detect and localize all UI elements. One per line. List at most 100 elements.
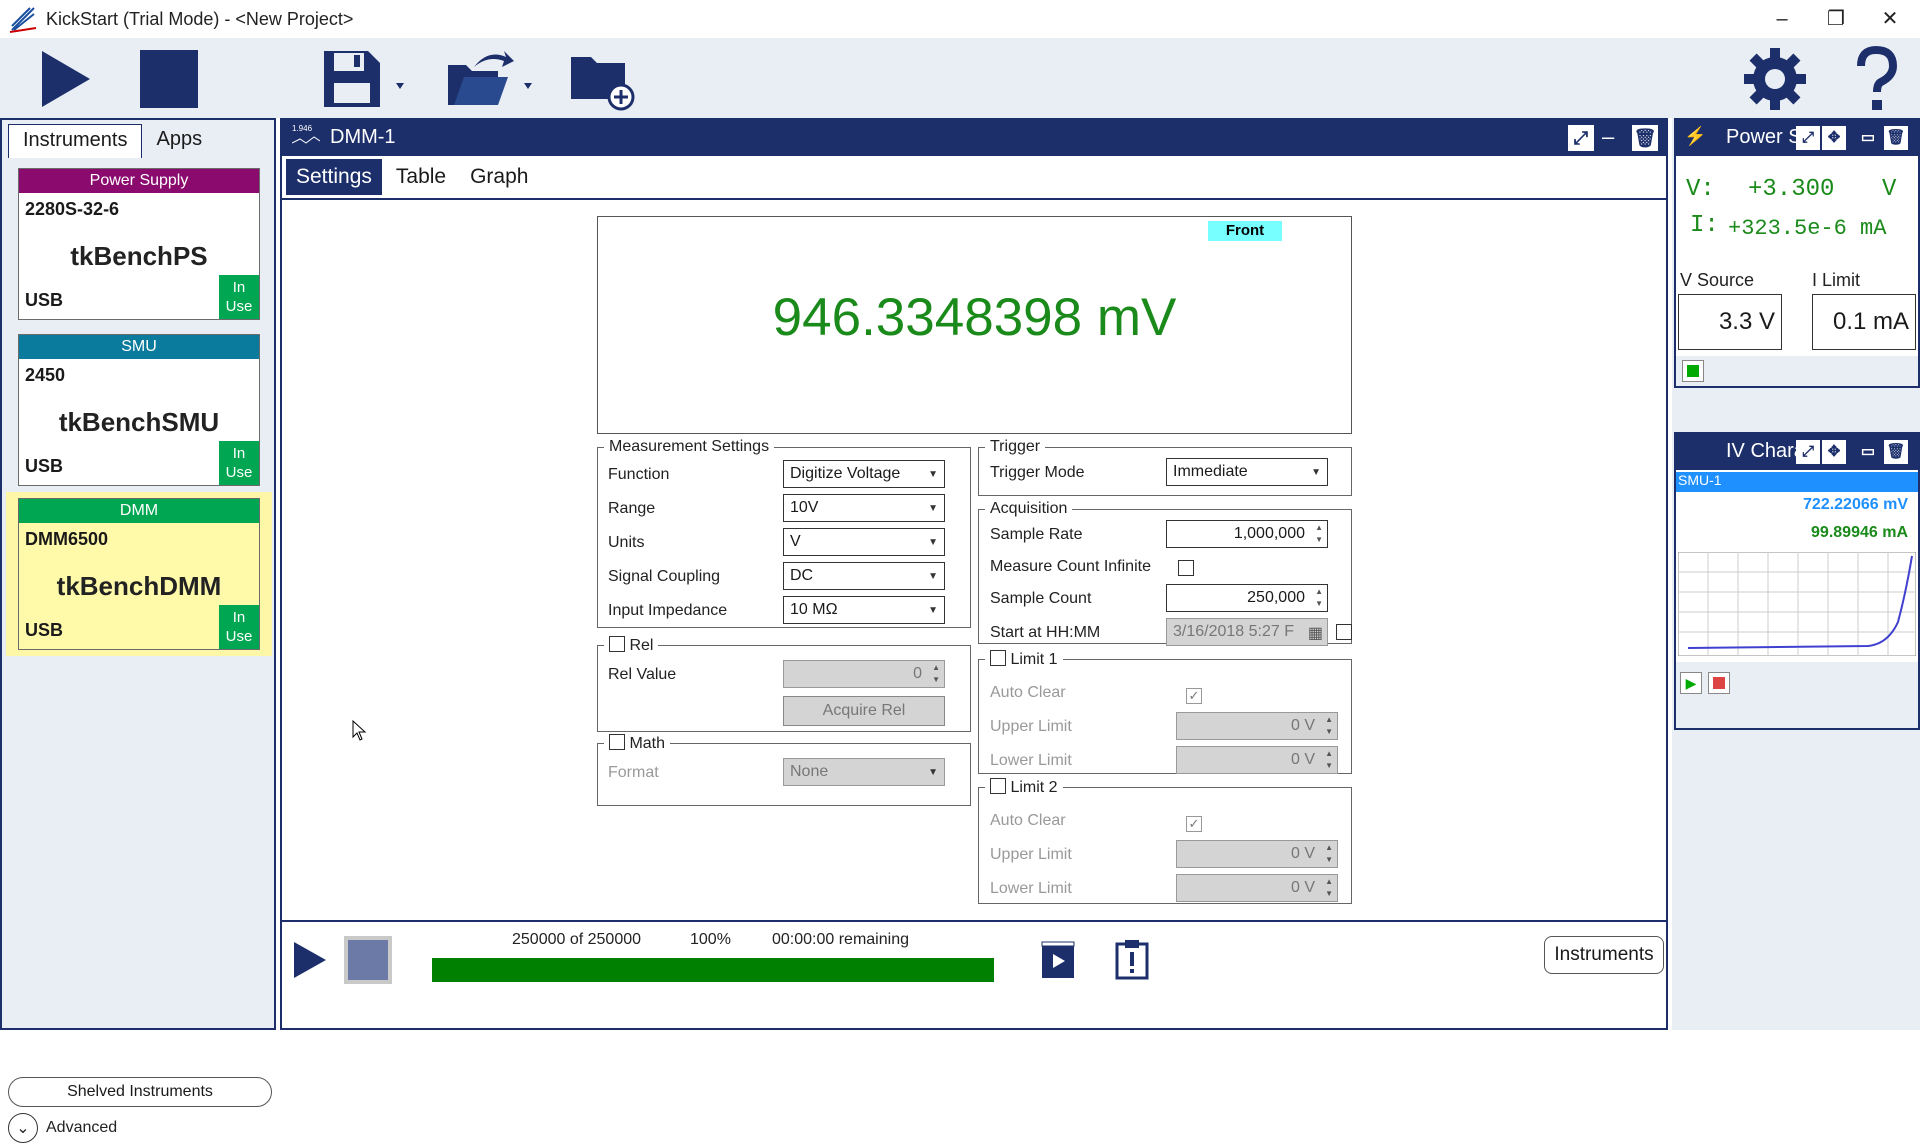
delete-panel-icon[interactable]: 🗑 <box>1884 126 1908 150</box>
iv-panel-title: IV Chara <box>1726 440 1805 462</box>
tab-table[interactable]: Table <box>386 159 456 195</box>
save-icon[interactable] <box>318 46 408 112</box>
limit1-auto-clear-label: Auto Clear <box>990 684 1066 701</box>
open-folder-icon[interactable] <box>444 46 534 112</box>
reading-display: Front 946.3348398 mV <box>597 216 1352 434</box>
instrument-card-power-supply[interactable]: Power Supply 2280S-32-6 tkBenchPS USB In… <box>18 168 260 320</box>
tab-graph[interactable]: Graph <box>460 159 538 195</box>
settings-gear-icon[interactable] <box>1740 46 1810 112</box>
mouse-pointer-icon <box>352 720 367 741</box>
trigger-mode-value: Immediate <box>1173 463 1248 480</box>
power-panel-header: ⚡ Power S ⤢ ✥ ▭ 🗑 <box>1676 120 1918 156</box>
minimize-button[interactable]: – <box>1762 6 1802 32</box>
range-dropdown[interactable]: 10V ▼ <box>783 494 945 522</box>
iv-characterizer-mini-panel: IV Chara ⤢ ✥ ▭ 🗑 SMU-1 722.22066 mV 99.8… <box>1674 432 1920 730</box>
measure-count-infinite-checkbox[interactable] <box>1178 560 1194 576</box>
limit1-upper-label: Upper Limit <box>990 718 1072 735</box>
delete-panel-icon[interactable]: 🗑 <box>1884 440 1908 464</box>
units-dropdown[interactable]: V ▼ <box>783 528 945 556</box>
move-icon[interactable]: ✥ <box>1822 440 1846 464</box>
acquire-rel-button[interactable]: Acquire Rel <box>783 696 945 726</box>
advanced-toggle[interactable]: ⌄ Advanced <box>8 1113 117 1143</box>
tab-instruments[interactable]: Instruments <box>8 124 143 158</box>
tab-apps[interactable]: Apps <box>142 124 216 158</box>
voltage-readout: +3.300 <box>1748 176 1835 203</box>
i-limit-input[interactable]: 0.1 mA <box>1812 294 1916 350</box>
iv-device-row[interactable]: SMU-1 <box>1676 472 1918 492</box>
title-bar: KickStart (Trial Mode) - <New Project> –… <box>0 0 1920 38</box>
run-icon[interactable] <box>290 938 330 987</box>
run-icon[interactable] <box>34 46 94 112</box>
instrument-card-smu[interactable]: SMU 2450 tkBenchSMU USB In Use <box>18 334 260 486</box>
iv-panel-header: IV Chara ⤢ ✥ ▭ 🗑 <box>1676 434 1918 470</box>
tab-settings[interactable]: Settings <box>286 159 382 195</box>
limit1-upper-input[interactable]: 0 V ▲ ▼ <box>1176 712 1338 740</box>
instruments-button[interactable]: Instruments <box>1544 936 1664 974</box>
limit1-auto-clear-checkbox[interactable]: ✓ <box>1186 688 1202 704</box>
limit2-lower-input[interactable]: 0 V ▲ ▼ <box>1176 874 1338 902</box>
limit1-lower-input[interactable]: 0 V ▲ ▼ <box>1176 746 1338 774</box>
v-source-input[interactable]: 3.3 V <box>1678 294 1782 350</box>
limit2-checkbox[interactable] <box>990 778 1006 794</box>
math-legend: Math <box>629 735 666 752</box>
impedance-value: 10 MΩ <box>790 601 838 618</box>
stop-icon[interactable] <box>1708 672 1730 694</box>
popout-icon[interactable]: ⤢ <box>1796 440 1820 464</box>
acquisition-legend: Acquisition <box>990 500 1068 517</box>
time-remaining: 00:00:00 remaining <box>772 931 909 948</box>
trigger-mode-dropdown[interactable]: Immediate ▼ <box>1166 458 1328 486</box>
sample-count-value: 250,000 <box>1247 589 1305 606</box>
clipboard-alert-icon[interactable] <box>1114 938 1150 985</box>
sample-rate-input[interactable]: 1,000,000 ▲ ▼ <box>1166 520 1328 548</box>
measure-count-infinite-label: Measure Count Infinite <box>990 558 1151 575</box>
range-value: 10V <box>790 499 819 516</box>
start-at-input[interactable]: 3/16/2018 5:27 F ▦ <box>1166 618 1328 646</box>
kickstart-logo-icon <box>9 7 37 33</box>
shelved-instruments-button[interactable]: Shelved Instruments <box>8 1077 272 1107</box>
dmm-subtabs: Settings Table Graph <box>282 156 1666 200</box>
limit2-auto-clear-checkbox[interactable]: ✓ <box>1186 816 1202 832</box>
trigger-legend: Trigger <box>990 438 1041 455</box>
rel-value-input[interactable]: 0 ▲ ▼ <box>783 660 945 688</box>
restore-button[interactable]: ❐ <box>1816 6 1856 32</box>
maximize-icon[interactable]: ▭ <box>1856 126 1880 150</box>
limit1-checkbox[interactable] <box>990 650 1006 666</box>
output-on-icon[interactable] <box>1682 360 1704 382</box>
run-single-icon[interactable] <box>1040 940 1076 985</box>
iv-current-readout: 99.89946 mA <box>1811 524 1908 541</box>
format-dropdown[interactable]: None ▼ <box>783 758 945 786</box>
new-folder-icon[interactable] <box>566 46 636 112</box>
move-icon[interactable]: ✥ <box>1822 126 1846 150</box>
input-impedance-dropdown[interactable]: 10 MΩ ▼ <box>783 596 945 624</box>
limit1-legend: Limit 1 <box>1010 651 1058 668</box>
limit2-upper-input[interactable]: 0 V ▲ ▼ <box>1176 840 1338 868</box>
minimize-panel-icon[interactable]: – <box>1602 124 1614 150</box>
stop-icon[interactable] <box>136 46 202 112</box>
start-at-checkbox[interactable] <box>1336 624 1352 640</box>
iv-footer: ▶ <box>1676 662 1918 728</box>
signal-coupling-dropdown[interactable]: DC ▼ <box>783 562 945 590</box>
function-dropdown[interactable]: Digitize Voltage ▼ <box>783 460 945 488</box>
spinner-arrows-icon: ▲ ▼ <box>1325 843 1333 864</box>
chevron-down-icon: ▼ <box>1311 466 1321 478</box>
dmm-panel-title: DMM-1 <box>330 126 396 148</box>
chevron-down-icon: ▼ <box>928 502 938 514</box>
math-checkbox[interactable] <box>609 734 625 750</box>
delete-panel-icon[interactable]: 🗑 <box>1632 125 1658 151</box>
iv-voltage-readout: 722.22066 mV <box>1803 496 1908 513</box>
stop-icon[interactable] <box>344 936 392 984</box>
sample-count-input[interactable]: 250,000 ▲ ▼ <box>1166 584 1328 612</box>
instrument-type: Power Supply <box>19 169 259 193</box>
instrument-type: DMM <box>19 499 259 523</box>
instrument-port: USB <box>25 620 64 640</box>
popout-icon[interactable]: ⤢ <box>1568 125 1594 151</box>
help-icon[interactable] <box>1846 46 1906 112</box>
popout-icon[interactable]: ⤢ <box>1796 126 1820 150</box>
instrument-card-dmm[interactable]: DMM DMM6500 tkBenchDMM USB In Use <box>18 498 260 650</box>
rel-checkbox[interactable] <box>609 636 625 652</box>
run-icon[interactable]: ▶ <box>1680 672 1702 694</box>
close-button[interactable]: ✕ <box>1870 6 1910 32</box>
maximize-icon[interactable]: ▭ <box>1856 440 1880 464</box>
dmm-panel-header: 1.946 DMM-1 ⤢ – 🗑 <box>282 120 1666 156</box>
v-source-label: V Source <box>1680 270 1755 290</box>
